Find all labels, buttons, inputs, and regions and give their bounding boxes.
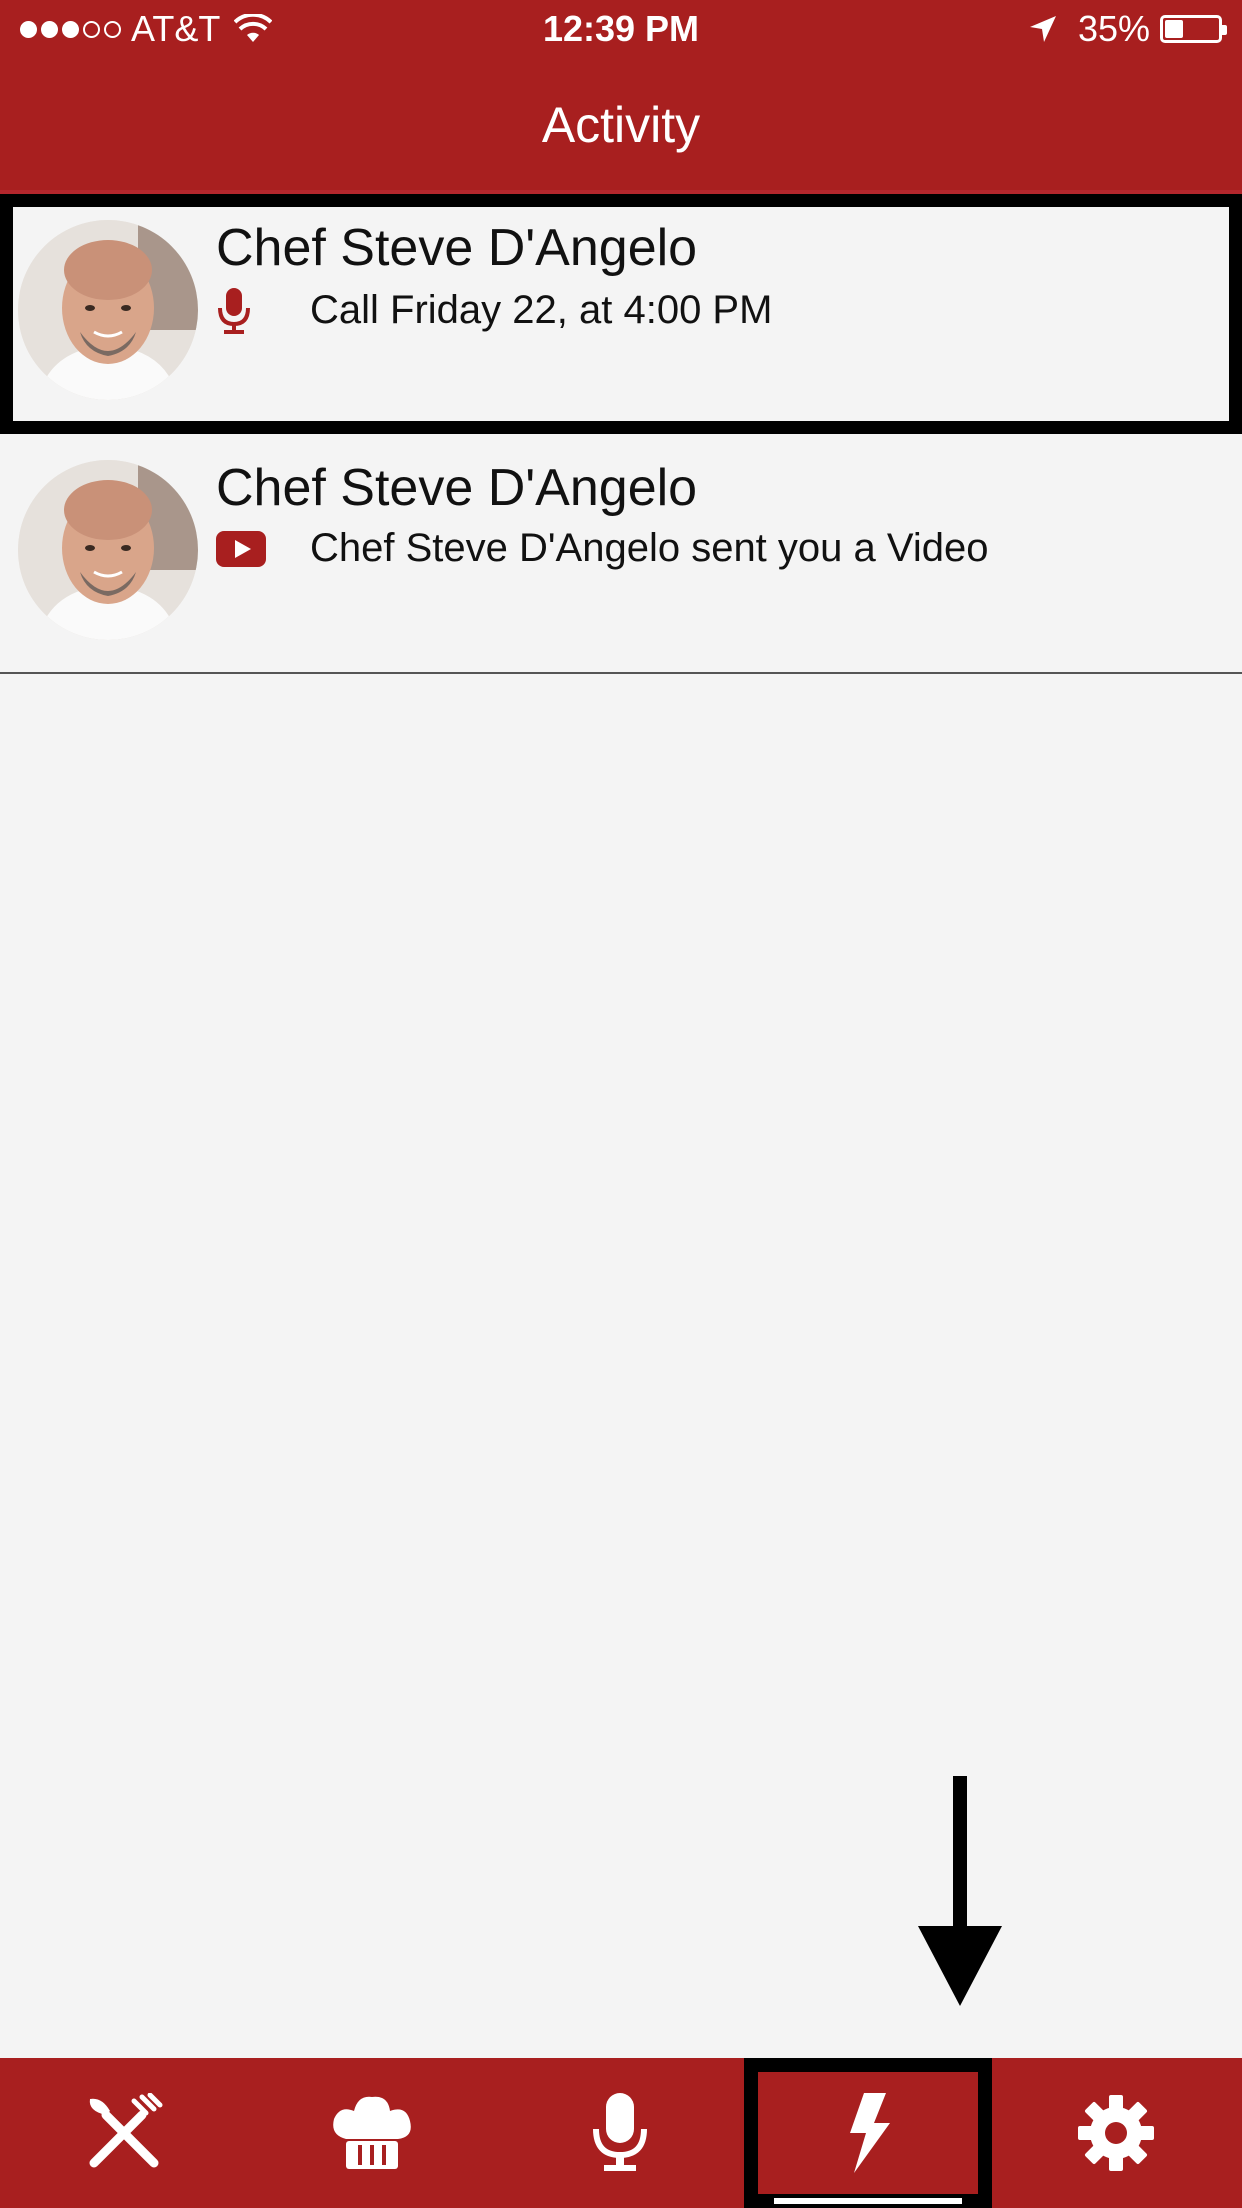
active-tab-indicator xyxy=(774,2198,962,2204)
activity-item[interactable]: Chef Steve D'Angelo Chef Steve D'Angelo … xyxy=(0,434,1242,674)
location-arrow-icon xyxy=(1029,16,1056,42)
tab-voice[interactable] xyxy=(496,2058,744,2208)
chef-hat-icon xyxy=(333,2096,411,2169)
activity-text: Chef Steve D'Angelo sent you a Video xyxy=(310,526,989,570)
activity-sender-name: Chef Steve D'Angelo xyxy=(216,459,698,517)
battery-icon xyxy=(1160,15,1227,43)
activity-item[interactable]: Chef Steve D'Angelo Call Friday 22, at 4… xyxy=(0,194,1242,434)
tab-settings[interactable] xyxy=(992,2058,1240,2208)
microphone-icon xyxy=(593,2093,647,2171)
avatar xyxy=(18,460,198,640)
status-bar: AT&T 12:39 PM 35% xyxy=(0,0,1242,60)
page-title: Activity xyxy=(541,97,701,153)
fork-knife-icon xyxy=(89,2093,163,2168)
down-arrow-annotation-icon xyxy=(918,1776,1002,2006)
status-right: 35% xyxy=(1028,8,1227,50)
tab-chef[interactable] xyxy=(248,2058,496,2208)
tab-menu[interactable] xyxy=(0,2058,248,2208)
activity-detail: Chef Steve D'Angelo sent you a Video xyxy=(216,526,988,571)
tab-activity[interactable] xyxy=(744,2058,992,2208)
activity-text: Call Friday 22, at 4:00 PM xyxy=(310,287,773,332)
activity-detail: Call Friday 22, at 4:00 PM xyxy=(216,286,772,334)
battery-percent-label: 35% xyxy=(1077,8,1150,49)
avatar xyxy=(18,220,198,400)
microphone-icon xyxy=(218,288,250,334)
gear-icon xyxy=(1078,2095,1154,2171)
bottom-tab-bar xyxy=(0,2058,1242,2208)
lightning-icon xyxy=(850,2093,890,2173)
activity-list: Chef Steve D'Angelo Call Friday 22, at 4… xyxy=(0,194,1242,674)
activity-sender-name: Chef Steve D'Angelo xyxy=(216,219,698,277)
app-header: AT&T 12:39 PM 35% Activity xyxy=(0,0,1242,190)
video-play-icon xyxy=(216,530,266,567)
